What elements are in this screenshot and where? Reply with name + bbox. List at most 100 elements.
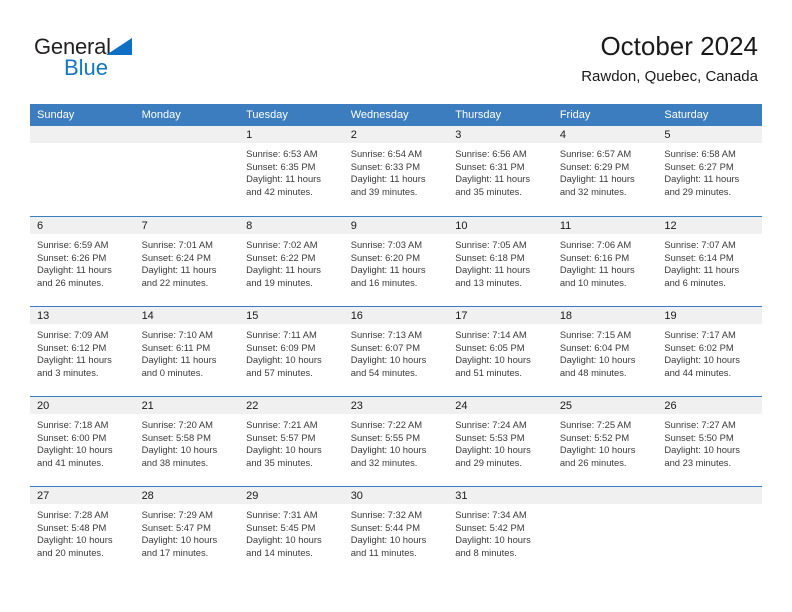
sunset-text: Sunset: 5:47 PM [141,521,211,533]
calendar-day-cell[interactable]: 12 Sunrise: 7:07 AM Sunset: 6:14 PM Dayligh… [657,216,762,306]
sunrise-text: Sunrise: 6:58 AM [664,148,736,159]
day-details: Sunrise: 7:06 AM Sunset: 6:16 PM Daylight:… [553,234,658,289]
calendar-day-cell[interactable]: 3 Sunrise: 6:56 AM Sunset: 6:31 PM Daylight… [448,126,553,216]
sunset-text: Sunset: 6:07 PM [350,341,420,353]
calendar-week-row: 13 Sunrise: 7:09 AM Sunset: 6:12 PM Dayligh… [30,306,762,396]
calendar-day-cell[interactable]: 16 Sunrise: 7:13 AM Sunset: 6:07 PM Dayligh… [343,306,449,396]
sunrise-text: Sunrise: 6:56 AM [455,148,527,159]
calendar-day-cell[interactable]: 2 Sunrise: 6:54 AM Sunset: 6:33 PM Daylight… [343,126,449,216]
day-details: Sunrise: 7:02 AM Sunset: 6:22 PM Daylight:… [239,234,344,289]
sunrise-text: Sunrise: 6:57 AM [559,148,632,159]
daylight-text: Daylight: 10 hours and 48 minutes. [559,354,636,378]
day-number: 23 [343,397,449,414]
day-details: Sunrise: 7:31 AM Sunset: 5:45 PM Daylight:… [239,504,344,559]
weekday-header-friday: Friday [552,104,658,126]
day-box: 1 Sunrise: 6:53 AM Sunset: 6:35 PM Daylight… [239,126,344,216]
daylight-text: Daylight: 10 hours and 38 minutes. [141,444,218,468]
daylight-text: Daylight: 11 hours and 39 minutes. [350,173,426,197]
sunset-text: Sunset: 5:50 PM [664,431,734,443]
calendar-day-cell[interactable]: 21 Sunrise: 7:20 AM Sunset: 5:58 PM Dayligh… [134,396,240,486]
day-number: 10 [448,217,553,234]
day-number: 27 [30,487,135,504]
calendar-day-cell[interactable]: 17 Sunrise: 7:14 AM Sunset: 6:05 PM Dayligh… [448,306,553,396]
sunset-text: Sunset: 6:22 PM [246,251,316,263]
day-details: Sunrise: 7:29 AM Sunset: 5:47 PM Daylight:… [135,504,240,559]
day-box: 27 Sunrise: 7:28 AM Sunset: 5:48 PM Dayligh… [30,486,135,576]
calendar-day-cell[interactable]: 28 Sunrise: 7:29 AM Sunset: 5:47 PM Dayligh… [134,486,240,576]
calendar-header-row: Sunday Monday Tuesday Wednesday Thursday… [30,104,762,126]
sunset-text: Sunset: 6:11 PM [141,341,211,353]
day-details: Sunrise: 7:11 AM Sunset: 6:09 PM Daylight:… [239,324,344,379]
sunset-text: Sunset: 6:35 PM [246,160,316,172]
daylight-text: Daylight: 10 hours and 57 minutes. [246,354,322,378]
day-number: 24 [448,397,553,414]
calendar-day-cell[interactable]: 25 Sunrise: 7:25 AM Sunset: 5:52 PM Dayligh… [552,396,658,486]
calendar-day-cell[interactable]: 30 Sunrise: 7:32 AM Sunset: 5:44 PM Dayligh… [343,486,449,576]
day-number: 1 [239,126,344,143]
calendar-day-cell[interactable]: 31 Sunrise: 7:34 AM Sunset: 5:42 PM Dayligh… [448,486,553,576]
calendar-day-cell[interactable]: 22 Sunrise: 7:21 AM Sunset: 5:57 PM Dayligh… [239,396,344,486]
day-details: Sunrise: 7:21 AM Sunset: 5:57 PM Daylight:… [239,414,344,469]
day-box [552,486,658,576]
day-details: Sunrise: 7:13 AM Sunset: 6:07 PM Daylight:… [344,324,449,379]
day-details: Sunrise: 7:28 AM Sunset: 5:48 PM Daylight:… [30,504,135,559]
daylight-text: Daylight: 10 hours and 14 minutes. [246,534,322,558]
sunset-text: Sunset: 5:58 PM [141,431,211,443]
daylight-text: Daylight: 11 hours and 29 minutes. [664,173,740,197]
day-box: 19 Sunrise: 7:17 AM Sunset: 6:02 PM Dayligh… [657,306,762,396]
page-title: October 2024 [600,31,758,61]
calendar-day-cell[interactable]: 23 Sunrise: 7:22 AM Sunset: 5:55 PM Dayligh… [343,396,449,486]
calendar-day-cell[interactable]: 9 Sunrise: 7:03 AM Sunset: 6:20 PM Daylight… [343,216,449,306]
day-box: 16 Sunrise: 7:13 AM Sunset: 6:07 PM Dayligh… [343,306,449,396]
day-details: Sunrise: 7:10 AM Sunset: 6:11 PM Daylight:… [135,324,240,379]
sunset-text: Sunset: 6:05 PM [455,341,525,353]
calendar-day-cell[interactable]: 1 Sunrise: 6:53 AM Sunset: 6:35 PM Daylight… [239,126,344,216]
calendar-day-cell[interactable]: 8 Sunrise: 7:02 AM Sunset: 6:22 PM Daylight… [239,216,344,306]
calendar-day-cell[interactable]: 7 Sunrise: 7:01 AM Sunset: 6:24 PM Daylight… [134,216,240,306]
calendar-day-cell[interactable]: 11 Sunrise: 7:06 AM Sunset: 6:16 PM Dayligh… [552,216,658,306]
calendar-week-row: 1 Sunrise: 6:53 AM Sunset: 6:35 PM Daylight… [30,126,762,216]
calendar-day-cell[interactable]: 29 Sunrise: 7:31 AM Sunset: 5:45 PM Dayligh… [239,486,344,576]
calendar-day-cell[interactable]: 20 Sunrise: 7:18 AM Sunset: 6:00 PM Dayligh… [30,396,135,486]
calendar-day-cell[interactable]: 6 Sunrise: 6:59 AM Sunset: 6:26 PM Daylight… [30,216,135,306]
day-box: 7 Sunrise: 7:01 AM Sunset: 6:24 PM Daylight… [134,216,240,306]
daylight-text: Daylight: 10 hours and 35 minutes. [246,444,322,468]
daylight-text: Daylight: 10 hours and 20 minutes. [37,534,113,558]
calendar-day-cell[interactable]: 14 Sunrise: 7:10 AM Sunset: 6:11 PM Dayligh… [134,306,240,396]
day-details: Sunrise: 7:15 AM Sunset: 6:04 PM Daylight:… [553,324,658,379]
sunset-text: Sunset: 6:14 PM [664,251,734,263]
day-box: 6 Sunrise: 6:59 AM Sunset: 6:26 PM Daylight… [30,216,135,306]
daylight-text: Daylight: 11 hours and 42 minutes. [246,173,321,197]
day-box: 29 Sunrise: 7:31 AM Sunset: 5:45 PM Dayligh… [239,486,344,576]
calendar-week-row: 27 Sunrise: 7:28 AM Sunset: 5:48 PM Dayligh… [30,486,762,576]
calendar-day-cell[interactable]: 19 Sunrise: 7:17 AM Sunset: 6:02 PM Dayligh… [657,306,762,396]
day-box: 14 Sunrise: 7:10 AM Sunset: 6:11 PM Dayligh… [134,306,240,396]
calendar-day-cell[interactable]: 27 Sunrise: 7:28 AM Sunset: 5:48 PM Dayligh… [30,486,135,576]
sunset-text: Sunset: 5:53 PM [455,431,525,443]
logo-text-blue: Blue [64,55,109,80]
calendar-day-cell[interactable]: 18 Sunrise: 7:15 AM Sunset: 6:04 PM Dayligh… [552,306,658,396]
calendar-day-cell[interactable]: 13 Sunrise: 7:09 AM Sunset: 6:12 PM Dayligh… [30,306,135,396]
calendar-day-cell[interactable]: 5 Sunrise: 6:58 AM Sunset: 6:27 PM Daylight… [657,126,762,216]
sunrise-text: Sunrise: 7:20 AM [141,419,213,430]
calendar-day-cell[interactable]: 4 Sunrise: 6:57 AM Sunset: 6:29 PM Daylight… [552,126,658,216]
daylight-text: Daylight: 10 hours and 54 minutes. [350,354,427,378]
calendar-day-cell[interactable]: 26 Sunrise: 7:27 AM Sunset: 5:50 PM Dayligh… [657,396,762,486]
weekday-header-wednesday: Wednesday [343,104,449,126]
calendar-day-cell[interactable]: 15 Sunrise: 7:11 AM Sunset: 6:09 PM Dayligh… [239,306,344,396]
daylight-text: Daylight: 11 hours and 6 minutes. [664,264,740,288]
day-box: 21 Sunrise: 7:20 AM Sunset: 5:58 PM Dayligh… [134,396,240,486]
day-details: Sunrise: 7:34 AM Sunset: 5:42 PM Daylight:… [448,504,553,559]
sunrise-text: Sunrise: 7:15 AM [559,329,632,340]
calendar-day-cell[interactable]: 10 Sunrise: 7:05 AM Sunset: 6:18 PM Dayligh… [448,216,553,306]
daylight-text: Daylight: 10 hours and 44 minutes. [664,354,740,378]
calendar-day-cell[interactable]: 24 Sunrise: 7:24 AM Sunset: 5:53 PM Dayligh… [448,396,553,486]
daylight-text: Daylight: 11 hours and 0 minutes. [141,354,217,378]
day-number: 17 [448,307,553,324]
day-box: 24 Sunrise: 7:24 AM Sunset: 5:53 PM Dayligh… [448,396,553,486]
daylight-text: Daylight: 11 hours and 13 minutes. [455,264,531,288]
sunset-text: Sunset: 5:45 PM [246,521,316,533]
weekday-header-row: Sunday Monday Tuesday Wednesday Thursday… [30,104,762,126]
day-box: 13 Sunrise: 7:09 AM Sunset: 6:12 PM Dayligh… [30,306,135,396]
day-box: 31 Sunrise: 7:34 AM Sunset: 5:42 PM Dayligh… [448,486,553,576]
